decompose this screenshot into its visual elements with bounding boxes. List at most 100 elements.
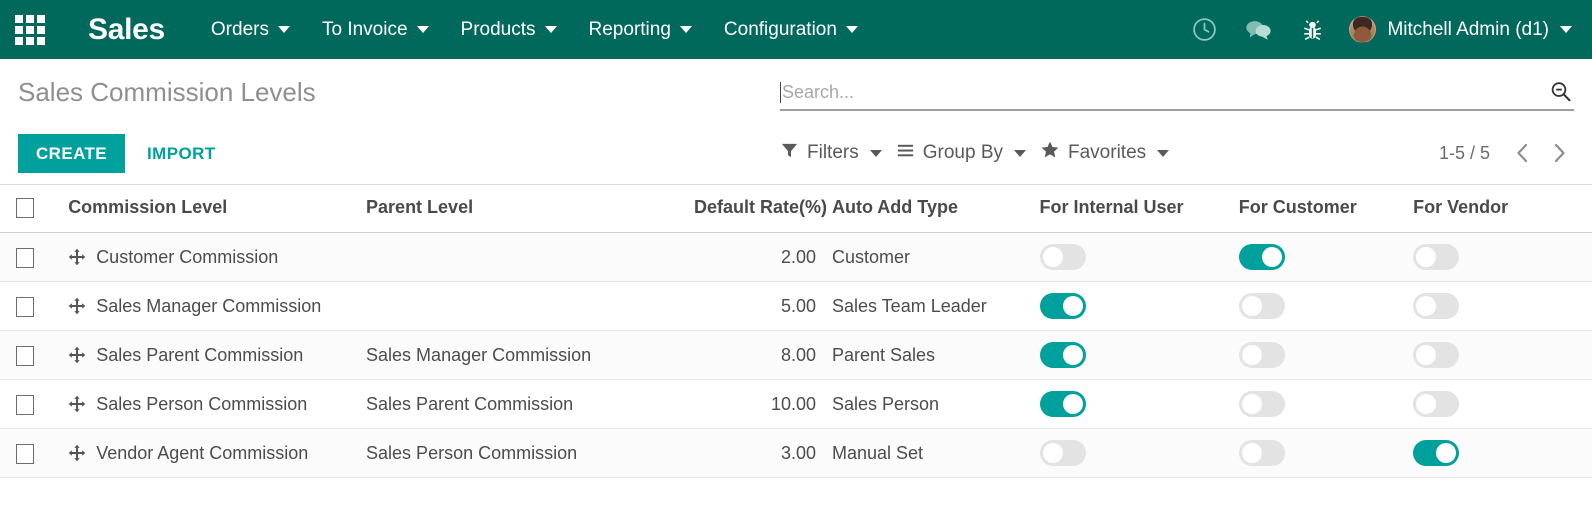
cell-for-vendor[interactable] xyxy=(1405,428,1592,479)
toggle-for-customer[interactable] xyxy=(1238,293,1285,320)
column-header-auto-add-type[interactable]: Auto Add Type xyxy=(823,185,1032,234)
cell-for-vendor[interactable] xyxy=(1405,379,1592,430)
toggle-for-vendor[interactable] xyxy=(1413,440,1460,467)
filters-dropdown[interactable]: Filters xyxy=(778,137,884,170)
cell-default-rate[interactable]: 5.00 xyxy=(685,281,824,332)
menu-products[interactable]: Products xyxy=(445,11,573,49)
cell-default-rate[interactable]: 10.00 xyxy=(685,379,824,430)
row-checkbox[interactable] xyxy=(16,296,34,317)
row-checkbox[interactable] xyxy=(16,247,34,268)
cell-parent-level[interactable]: Sales Manager Commission xyxy=(358,330,686,381)
cell-for-internal-user[interactable] xyxy=(1031,330,1231,381)
column-header-for-customer[interactable]: For Customer xyxy=(1230,185,1406,234)
menu-to-invoice[interactable]: To Invoice xyxy=(306,11,445,49)
messages-icon[interactable] xyxy=(1231,8,1285,52)
chevron-down-icon xyxy=(1157,149,1170,157)
select-all-checkbox[interactable] xyxy=(16,198,34,219)
toggle-for-internal-user[interactable] xyxy=(1039,244,1086,271)
row-checkbox[interactable] xyxy=(16,443,34,464)
group-by-dropdown[interactable]: Group By xyxy=(894,137,1028,170)
import-button[interactable]: IMPORT xyxy=(133,134,230,173)
cell-for-customer[interactable] xyxy=(1230,330,1406,381)
toggle-for-vendor[interactable] xyxy=(1413,342,1460,369)
cell-commission-level[interactable]: Sales Person Commission xyxy=(60,379,359,430)
toggle-for-internal-user[interactable] xyxy=(1039,391,1086,418)
toggle-for-internal-user[interactable] xyxy=(1039,293,1086,320)
create-button[interactable]: CREATE xyxy=(18,133,126,173)
toggle-for-customer[interactable] xyxy=(1238,391,1285,418)
toggle-for-vendor[interactable] xyxy=(1413,244,1460,271)
bug-icon[interactable] xyxy=(1285,8,1339,52)
drag-handle-icon[interactable] xyxy=(68,395,86,413)
cell-commission-level[interactable]: Vendor Agent Commission xyxy=(60,428,359,479)
cell-parent-level[interactable]: Sales Person Commission xyxy=(358,428,686,479)
cell-for-internal-user[interactable] xyxy=(1031,379,1231,430)
star-icon xyxy=(1040,140,1060,166)
cell-for-customer[interactable] xyxy=(1230,379,1406,430)
chevron-right-icon[interactable] xyxy=(1544,138,1574,168)
menu-orders-label: Orders xyxy=(210,18,269,40)
cell-commission-level[interactable]: Sales Parent Commission xyxy=(60,330,359,381)
cell-commission-level[interactable]: Customer Commission xyxy=(60,232,359,283)
menu-reporting[interactable]: Reporting xyxy=(573,11,708,49)
column-header-for-internal-user[interactable]: For Internal User xyxy=(1031,185,1231,234)
table-row[interactable]: Sales Person Commission Sales Parent Comm… xyxy=(0,379,1592,430)
favorites-dropdown[interactable]: Favorites xyxy=(1038,136,1171,170)
cell-default-rate[interactable]: 3.00 xyxy=(685,428,824,479)
table-row[interactable]: Sales Parent Commission Sales Manager Com… xyxy=(0,330,1592,381)
toggle-for-vendor[interactable] xyxy=(1413,391,1460,418)
user-menu[interactable]: Mitchell Admin (d1) xyxy=(1339,12,1578,47)
cell-default-rate[interactable]: 2.00 xyxy=(685,232,824,283)
table-row[interactable]: Sales Manager Commission 5.00 Sales Team L… xyxy=(0,281,1592,332)
app-brand-sales[interactable]: Sales xyxy=(88,13,165,47)
cell-for-vendor[interactable] xyxy=(1405,330,1592,381)
row-checkbox[interactable] xyxy=(16,345,34,366)
table-row[interactable]: Customer Commission 2.00 Customer xyxy=(0,232,1592,283)
cell-for-customer[interactable] xyxy=(1230,232,1406,283)
drag-handle-icon[interactable] xyxy=(68,248,86,266)
cell-commission-level[interactable]: Sales Manager Commission xyxy=(60,281,359,332)
search-input[interactable] xyxy=(782,81,1548,103)
toggle-for-customer[interactable] xyxy=(1238,244,1285,271)
apps-grid-icon[interactable] xyxy=(8,8,52,52)
menu-orders[interactable]: Orders xyxy=(195,11,306,49)
cell-default-rate[interactable]: 8.00 xyxy=(685,330,824,381)
table-row[interactable]: Vendor Agent Commission Sales Person Comm… xyxy=(0,428,1592,479)
cell-for-vendor[interactable] xyxy=(1405,281,1592,332)
menu-configuration[interactable]: Configuration xyxy=(708,11,874,49)
cell-for-customer[interactable] xyxy=(1230,281,1406,332)
cell-auto-add-type[interactable]: Manual Set xyxy=(823,428,1032,479)
cell-for-internal-user[interactable] xyxy=(1031,428,1231,479)
menu-reporting-label: Reporting xyxy=(588,18,671,40)
cell-auto-add-type[interactable]: Sales Team Leader xyxy=(823,281,1032,332)
cell-for-customer[interactable] xyxy=(1230,428,1406,479)
cell-for-vendor[interactable] xyxy=(1405,232,1592,283)
clock-icon[interactable] xyxy=(1177,8,1231,52)
drag-handle-icon[interactable] xyxy=(68,444,86,462)
row-checkbox[interactable] xyxy=(16,394,34,415)
cell-parent-level[interactable]: Sales Parent Commission xyxy=(358,379,686,430)
cell-for-internal-user[interactable] xyxy=(1031,232,1231,283)
toggle-for-customer[interactable] xyxy=(1238,440,1285,467)
column-header-parent-level[interactable]: Parent Level xyxy=(358,185,686,234)
search-bar[interactable] xyxy=(780,79,1574,111)
cell-auto-add-type[interactable]: Customer xyxy=(823,232,1032,283)
toggle-for-customer[interactable] xyxy=(1238,342,1285,369)
cell-parent-level[interactable] xyxy=(358,281,686,332)
search-minus-icon[interactable] xyxy=(1548,79,1574,105)
toggle-for-internal-user[interactable] xyxy=(1039,440,1086,467)
toggle-for-internal-user[interactable] xyxy=(1039,342,1086,369)
drag-handle-icon[interactable] xyxy=(68,346,86,364)
column-header-for-vendor[interactable]: For Vendor xyxy=(1405,185,1592,234)
column-header-commission-level[interactable]: Commission Level xyxy=(60,185,359,234)
cell-for-internal-user[interactable] xyxy=(1031,281,1231,332)
toggle-knob xyxy=(1416,296,1437,317)
toggle-for-vendor[interactable] xyxy=(1413,293,1460,320)
cell-auto-add-type[interactable]: Parent Sales xyxy=(823,330,1032,381)
filter-icon xyxy=(780,141,799,166)
cell-parent-level[interactable] xyxy=(358,232,686,283)
column-header-default-rate[interactable]: Default Rate(%) xyxy=(685,185,827,234)
drag-handle-icon[interactable] xyxy=(68,297,86,315)
chevron-left-icon[interactable] xyxy=(1508,138,1538,168)
cell-auto-add-type[interactable]: Sales Person xyxy=(823,379,1032,430)
